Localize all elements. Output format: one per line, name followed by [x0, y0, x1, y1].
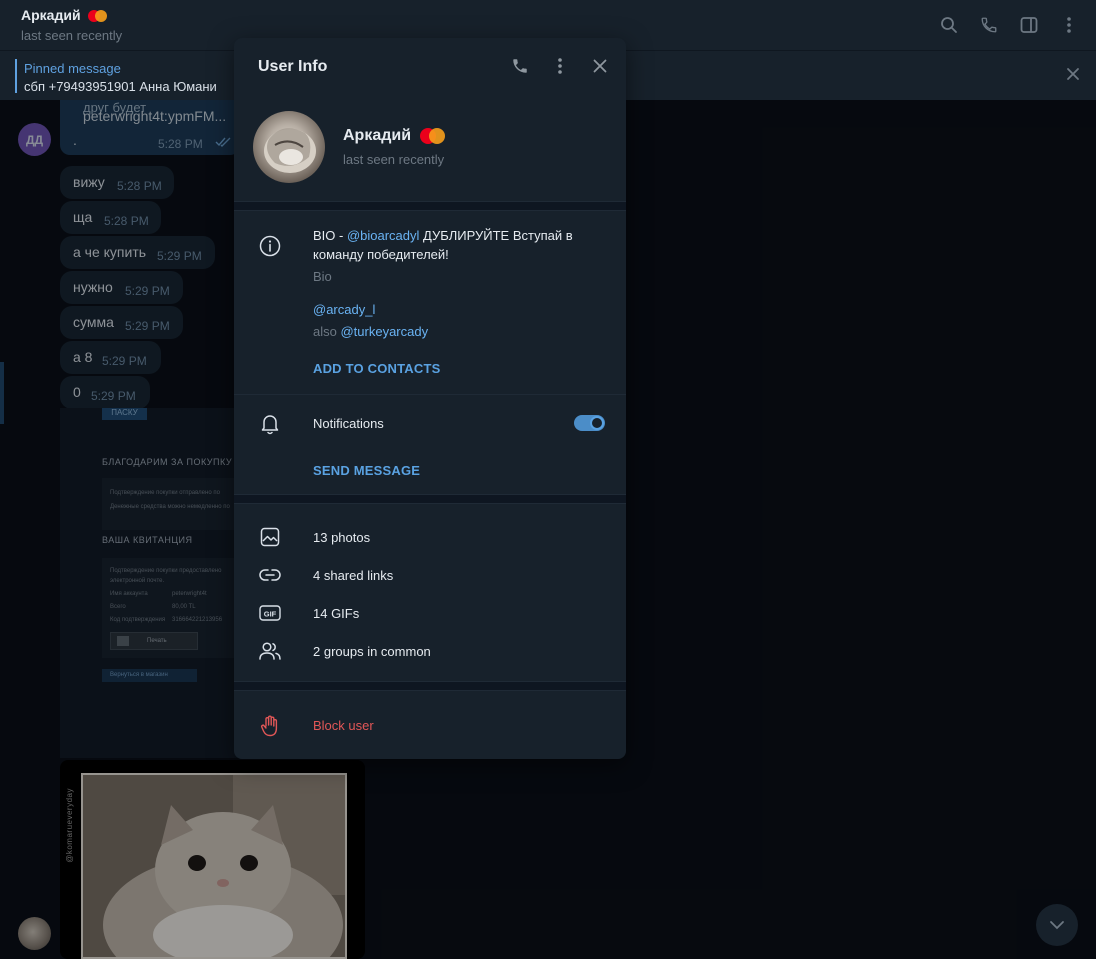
bio-text: BIO - @bioarcadyl ДУБЛИРУЙТЕ Вступай в к… — [313, 226, 593, 264]
phone-icon[interactable] — [976, 12, 1002, 38]
also-prefix: also — [313, 324, 341, 339]
profile-name: Аркадий — [343, 127, 446, 145]
close-pinned-icon[interactable] — [1066, 67, 1080, 86]
link-icon — [258, 563, 282, 587]
profile-status: last seen recently — [343, 152, 445, 167]
also-username-link[interactable]: @turkeyarcady — [340, 324, 428, 339]
pinned-text: сбп +79493951901 Анна Юмани — [24, 79, 217, 94]
sidebar-toggle-icon[interactable] — [1016, 12, 1042, 38]
chat-title-name: Аркадий — [21, 7, 81, 23]
block-hand-icon — [258, 714, 282, 738]
bio-label: Bio — [313, 269, 332, 284]
notifications-toggle[interactable] — [574, 415, 605, 431]
notifications-label: Notifications — [313, 416, 384, 431]
photo-icon — [258, 525, 282, 549]
info-icon — [258, 234, 282, 258]
more-vertical-icon[interactable] — [1056, 12, 1082, 38]
search-icon[interactable] — [936, 12, 962, 38]
mastercard-badge-icon — [88, 10, 108, 23]
bio-prefix: BIO - — [313, 228, 347, 243]
gif-badge-text: GIF — [264, 610, 277, 619]
block-user-button[interactable]: Block user — [313, 718, 374, 733]
section-separator — [234, 494, 626, 504]
more-vertical-icon[interactable] — [548, 54, 572, 78]
send-message-button[interactable]: SEND MESSAGE — [313, 463, 420, 478]
section-separator — [234, 201, 626, 211]
pinned-accent-bar — [15, 59, 17, 93]
profile-avatar[interactable] — [253, 111, 325, 183]
close-icon[interactable] — [588, 54, 612, 78]
user-info-panel: User Info Аркадий last seen recently BIO… — [234, 38, 626, 759]
shared-gifs-item[interactable]: 14 GIFs — [313, 606, 359, 621]
divider — [234, 394, 626, 395]
call-icon[interactable] — [508, 54, 532, 78]
bio-mention-link[interactable]: @bioarcadyl — [347, 228, 419, 243]
shared-photos-item[interactable]: 13 photos — [313, 530, 370, 545]
bell-icon — [258, 412, 282, 436]
section-separator — [234, 681, 626, 691]
panel-title: User Info — [258, 58, 328, 75]
chat-status: last seen recently — [21, 28, 123, 43]
scroll-down-button[interactable] — [1036, 904, 1078, 946]
also-usernames: also @turkeyarcady — [313, 324, 428, 339]
groups-in-common-item[interactable]: 2 groups in common — [313, 644, 431, 659]
shared-links-item[interactable]: 4 shared links — [313, 568, 393, 583]
mastercard-badge-icon — [419, 127, 446, 144]
profile-name-text: Аркадий — [343, 127, 412, 144]
chat-title[interactable]: Аркадий — [21, 7, 108, 23]
add-to-contacts-button[interactable]: ADD TO CONTACTS — [313, 361, 440, 376]
groups-icon — [258, 639, 282, 663]
username-link[interactable]: @arcady_l — [313, 302, 375, 317]
chevron-down-icon — [1050, 921, 1064, 930]
toggle-knob — [590, 416, 604, 430]
pinned-title: Pinned message — [24, 61, 121, 76]
gif-icon: GIF — [258, 601, 282, 625]
